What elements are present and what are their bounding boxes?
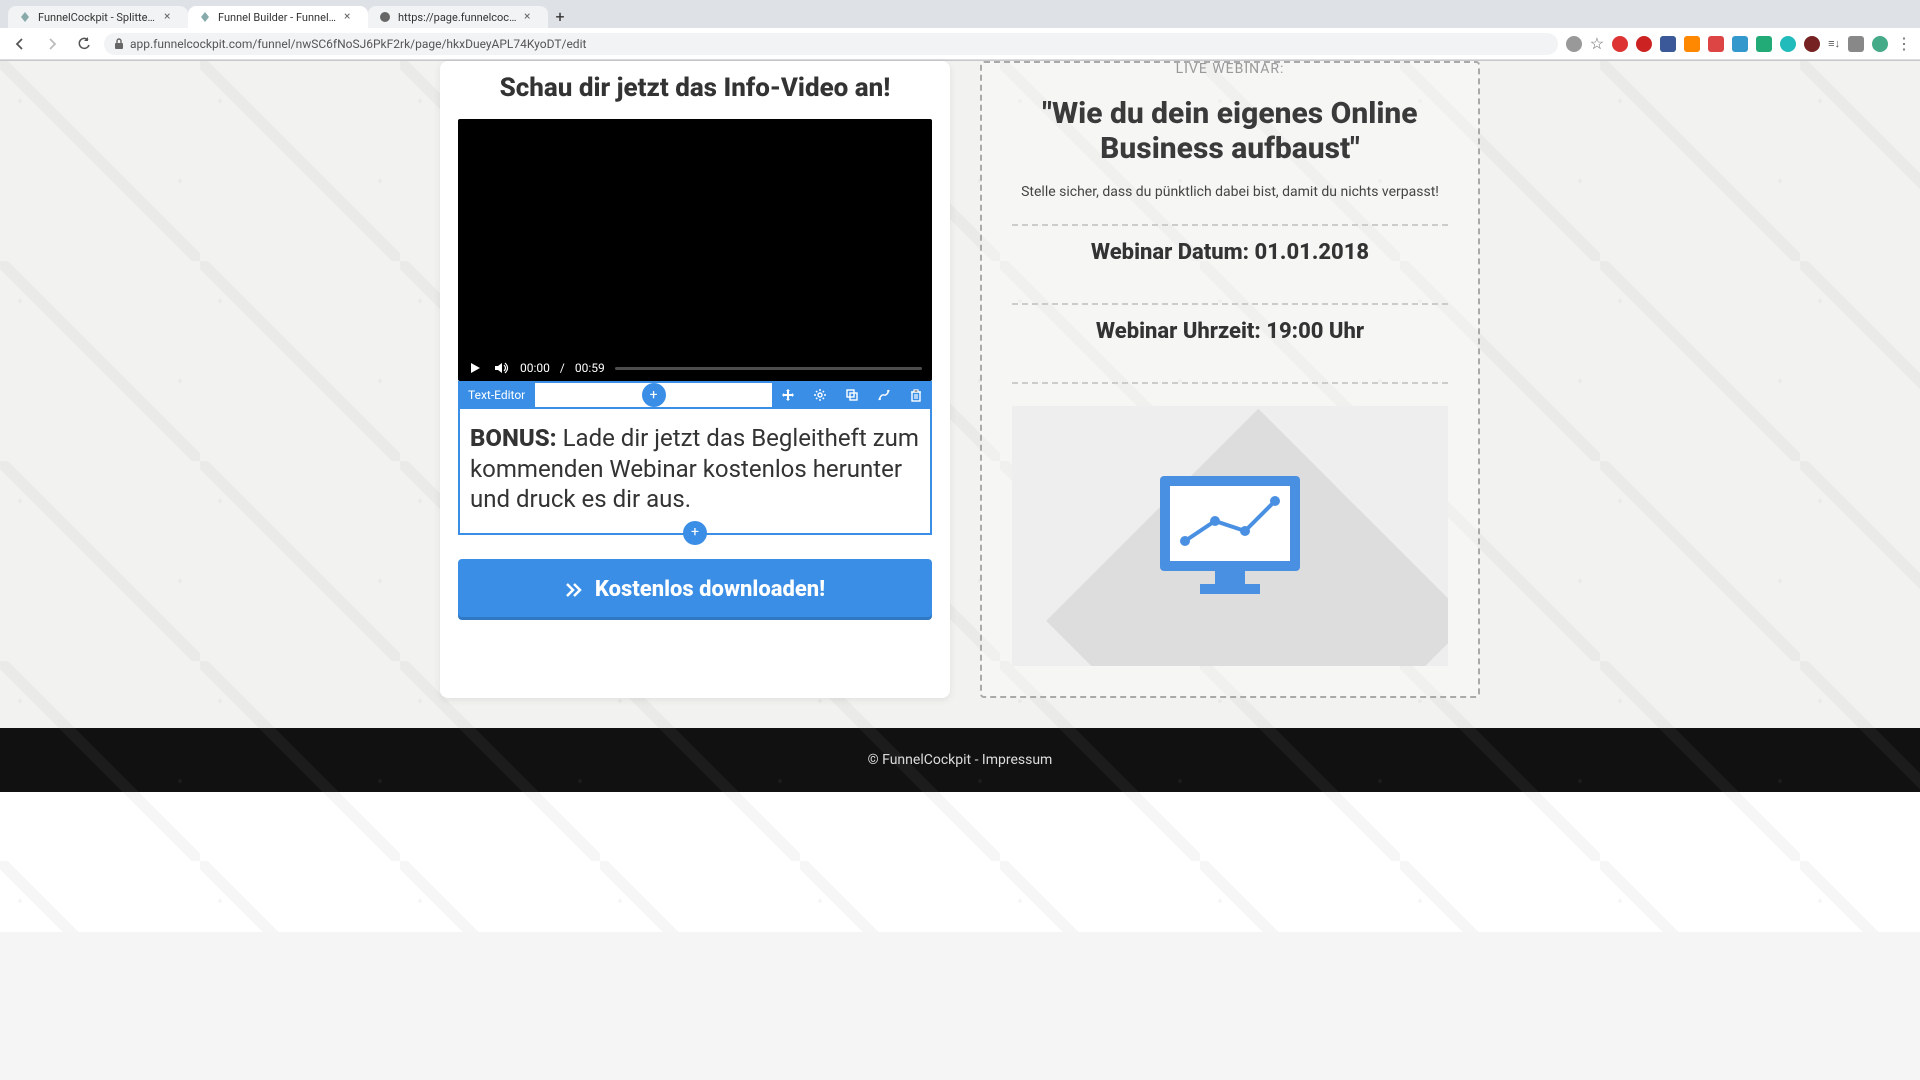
double-chevron-icon — [565, 582, 585, 598]
toolbar-label: Text-Editor — [458, 384, 535, 406]
tab-title: FunnelCockpit - Splittests, Ma — [38, 11, 158, 24]
webinar-subtitle: Stelle sicher, dass du pünktlich dabei b… — [1012, 184, 1448, 200]
download-cta-button[interactable]: Kostenlos downloaden! — [458, 559, 932, 620]
url-text: app.funnelcockpit.com/funnel/nwSC6fNoSJ6… — [130, 37, 1548, 51]
style-icon[interactable] — [868, 381, 900, 409]
favicon-icon — [18, 10, 32, 24]
toolbar-spacer: + — [535, 381, 772, 409]
right-column-card: LIVE WEBINAR: "Wie du dein eigenes Onlin… — [980, 61, 1480, 698]
tab-title: https://page.funnelcockpit.co — [398, 11, 518, 24]
tab-bar: FunnelCockpit - Splittests, Ma × Funnel … — [0, 0, 1920, 28]
avatar-icon[interactable] — [1872, 36, 1888, 52]
volume-icon[interactable] — [494, 361, 510, 375]
ext-icon[interactable] — [1848, 36, 1864, 52]
gear-icon[interactable] — [804, 381, 836, 409]
lock-icon — [114, 38, 124, 50]
nav-bar: app.funnelcockpit.com/funnel/nwSC6fNoSJ6… — [0, 28, 1920, 60]
toolbar-buttons — [772, 381, 932, 409]
menu-icon[interactable]: ⋮ — [1896, 34, 1912, 53]
extension-icons: ☆ ≡↓ ⋮ — [1566, 34, 1912, 53]
video-time-current: 00:00 — [520, 361, 550, 375]
video-time-sep: / — [560, 361, 565, 375]
webinar-title: "Wie du dein eigenes Online Business auf… — [1012, 97, 1448, 166]
webinar-eyebrow: LIVE WEBINAR: — [1012, 61, 1448, 77]
back-button[interactable] — [8, 32, 32, 56]
url-bar[interactable]: app.funnelcockpit.com/funnel/nwSC6fNoSJ6… — [104, 33, 1558, 55]
ext-icon[interactable] — [1708, 36, 1724, 52]
favicon-icon — [378, 10, 392, 24]
info-video-heading: Schau dir jetzt das Info-Video an! — [458, 73, 932, 103]
webinar-time: Webinar Uhrzeit: 19:00 Uhr — [1012, 305, 1448, 358]
ext-icon[interactable] — [1684, 36, 1700, 52]
page-canvas: Schau dir jetzt das Info-Video an! 00:00… — [0, 61, 1920, 932]
browser-tab[interactable]: Funnel Builder - FunnelCockpit × — [188, 6, 368, 28]
video-time-total: 00:59 — [575, 361, 605, 375]
reload-button[interactable] — [72, 32, 96, 56]
tab-title: Funnel Builder - FunnelCockpit — [218, 11, 338, 24]
forward-button[interactable] — [40, 32, 64, 56]
element-toolbar: Text-Editor + — [458, 381, 932, 409]
close-icon[interactable]: × — [524, 10, 538, 24]
ext-icon[interactable]: ≡↓ — [1828, 37, 1840, 50]
bonus-text-block[interactable]: BONUS: Lade dir jetzt das Begleitheft zu… — [458, 409, 932, 535]
play-icon[interactable] — [468, 361, 484, 375]
cta-label: Kostenlos downloaden! — [595, 577, 825, 602]
close-icon[interactable]: × — [164, 10, 178, 24]
bonus-label: BONUS: — [470, 424, 557, 452]
ext-icon[interactable] — [1780, 36, 1796, 52]
new-tab-button[interactable]: + — [548, 4, 572, 28]
add-element-bottom-button[interactable]: + — [683, 521, 707, 545]
video-player[interactable]: 00:00 / 00:59 — [458, 119, 932, 381]
video-controls: 00:00 / 00:59 — [458, 355, 932, 381]
favicon-icon — [198, 10, 212, 24]
divider — [1012, 382, 1448, 384]
ext-icon[interactable] — [1756, 36, 1772, 52]
add-element-top-button[interactable]: + — [642, 383, 666, 407]
browser-chrome: FunnelCockpit - Splittests, Ma × Funnel … — [0, 0, 1920, 61]
ext-icon[interactable] — [1636, 36, 1652, 52]
close-icon[interactable]: × — [344, 10, 358, 24]
video-progress[interactable] — [615, 367, 922, 370]
browser-tab[interactable]: FunnelCockpit - Splittests, Ma × — [8, 6, 188, 28]
copy-icon[interactable] — [836, 381, 868, 409]
ext-icon[interactable] — [1612, 36, 1628, 52]
browser-tab[interactable]: https://page.funnelcockpit.co × — [368, 6, 548, 28]
trash-icon[interactable] — [900, 381, 932, 409]
ext-icon[interactable] — [1804, 36, 1820, 52]
move-icon[interactable] — [772, 381, 804, 409]
left-column-card: Schau dir jetzt das Info-Video an! 00:00… — [440, 61, 950, 698]
webinar-date: Webinar Datum: 01.01.2018 — [1012, 226, 1448, 279]
ext-icon[interactable] — [1732, 36, 1748, 52]
webinar-illustration — [1012, 406, 1448, 666]
monitor-chart-icon — [1150, 466, 1310, 606]
star-icon[interactable]: ☆ — [1590, 34, 1604, 53]
ext-icon[interactable] — [1566, 36, 1582, 52]
ext-icon[interactable] — [1660, 36, 1676, 52]
